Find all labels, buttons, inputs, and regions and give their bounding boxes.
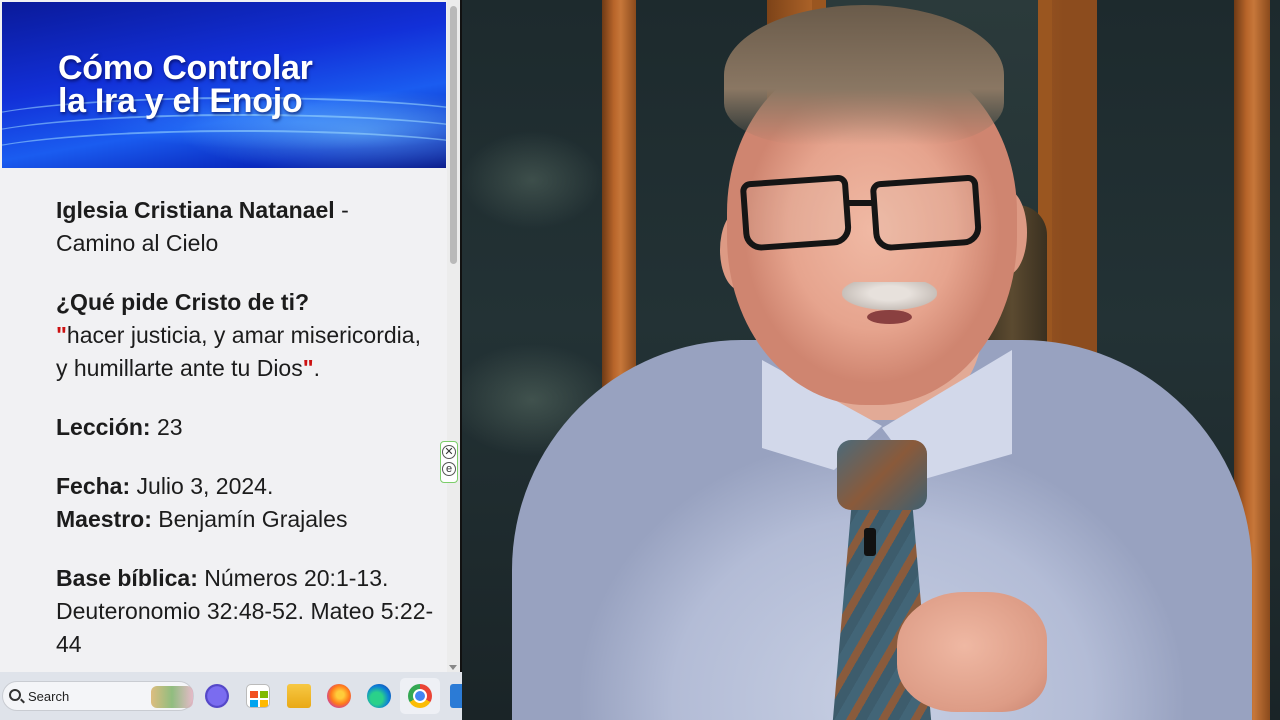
meet-icon[interactable]: [205, 684, 229, 708]
page-title: Cómo Controlar la Ira y el Enojo: [58, 49, 438, 120]
page-title-line-2: la Ira y el Enojo: [58, 82, 303, 120]
lesson-line: Lección: 23: [56, 411, 436, 444]
close-icon[interactable]: ✕: [442, 445, 456, 459]
church-name: Iglesia Cristiana Natanael: [56, 197, 335, 223]
date-value: Julio 3, 2024.: [130, 473, 274, 499]
church-separator: -: [334, 197, 349, 223]
app-icon[interactable]: [450, 684, 462, 708]
scrollbar-thumb[interactable]: [450, 6, 457, 264]
tie-knot: [837, 440, 927, 510]
church-line: Iglesia Cristiana Natanael - Camino al C…: [56, 194, 436, 260]
question-heading: ¿Qué pide Cristo de ti?: [56, 289, 310, 315]
speaker-hair: [724, 5, 1004, 145]
browser-viewport: Cómo Controlar la Ira y el Enojo Iglesia…: [0, 0, 460, 720]
lesson-label: Lección:: [56, 414, 151, 440]
firefox-icon[interactable]: [327, 684, 351, 708]
bible-base-line: Base bíblica: Números 20:1-13. Deuterono…: [56, 562, 436, 661]
taskbar: Search: [0, 672, 462, 720]
church-subtitle: Camino al Cielo: [56, 230, 219, 256]
quote-end: .: [313, 355, 321, 381]
edge-sidebar-icon[interactable]: e: [442, 462, 456, 476]
lapel-microphone-icon: [864, 528, 876, 556]
edge-icon[interactable]: [367, 684, 391, 708]
teacher-value: Benjamín Grajales: [151, 506, 348, 532]
eyeglasses: [739, 174, 983, 253]
taskbar-search-box[interactable]: Search: [2, 681, 194, 711]
vertical-scrollbar[interactable]: [447, 0, 460, 672]
close-quote: ": [302, 355, 314, 381]
quote-text: hacer justicia, y amar misericordia, y h…: [56, 322, 421, 381]
search-icon: [9, 689, 21, 701]
store-icon[interactable]: [246, 684, 270, 708]
side-extension-widget[interactable]: ✕ e: [440, 441, 458, 483]
lesson-value: 23: [150, 414, 183, 440]
page-title-line-1: Cómo Controlar: [58, 49, 313, 87]
speaker-mustache: [842, 282, 937, 310]
speaker-hand: [897, 592, 1047, 712]
bible-base-label: Base bíblica:: [56, 565, 198, 591]
date-teacher-block: Fecha: Julio 3, 2024. Maestro: Benjamín …: [56, 470, 436, 536]
speaker-mouth: [867, 310, 912, 324]
scroll-down-arrow-icon[interactable]: [449, 665, 457, 670]
file-explorer-icon[interactable]: [287, 684, 311, 708]
question-block: ¿Qué pide Cristo de ti? "hacer justicia,…: [56, 286, 436, 385]
chrome-icon[interactable]: [408, 684, 432, 708]
document-body: Iglesia Cristiana Natanael - Camino al C…: [56, 194, 436, 687]
search-label: Search: [28, 689, 70, 704]
speaker-video: [462, 0, 1280, 720]
title-banner: Cómo Controlar la Ira y el Enojo: [2, 2, 446, 168]
teacher-label: Maestro:: [56, 506, 152, 532]
date-label: Fecha:: [56, 473, 131, 499]
search-highlight-image: [151, 686, 193, 708]
open-quote: ": [56, 322, 67, 348]
